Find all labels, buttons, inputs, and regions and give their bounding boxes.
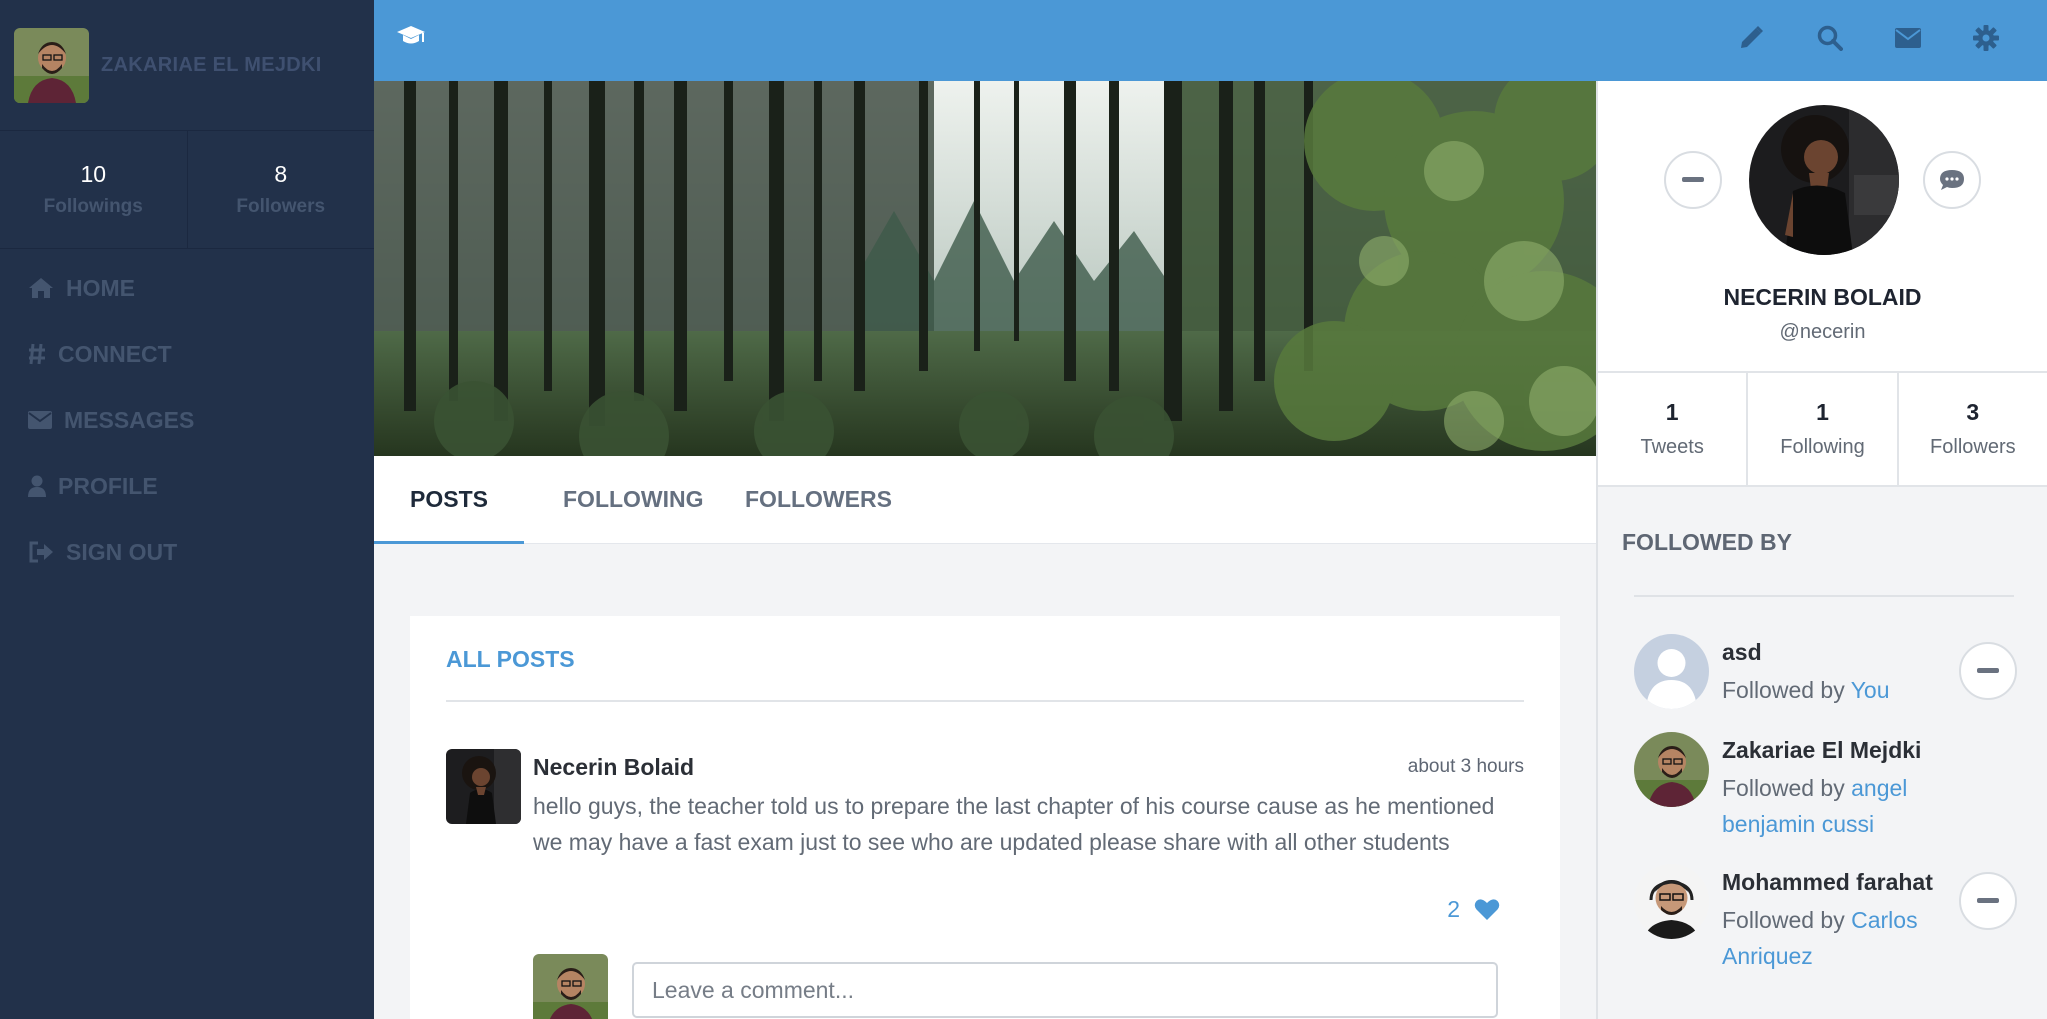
followed-by-prefix: Followed by — [1722, 775, 1852, 801]
minus-icon — [1682, 177, 1704, 182]
sidebar-nav: HOME CONNECT MESSAGES PROFILE SIGN OUT — [0, 249, 374, 585]
post-author-avatar[interactable] — [446, 749, 521, 824]
tab-following[interactable]: FOLLOWING — [527, 456, 740, 544]
stat-value: 1 — [1665, 399, 1679, 425]
sidebar-stat-followers[interactable]: 8 Followers — [188, 131, 375, 248]
profile-avatar — [1749, 105, 1899, 255]
posts-card: ALL POSTS Necerin Bolaid about 3 hours h… — [410, 616, 1560, 1019]
minus-icon — [1977, 898, 1999, 903]
posts-title: ALL POSTS — [446, 646, 575, 672]
sidebar-stats: 10 Followings 8 Followers — [0, 131, 374, 249]
unfollow-button[interactable] — [1959, 642, 2017, 700]
sidebar: ZAKARIAE EL MEJDKI 10 Followings 8 Follo… — [0, 0, 374, 1019]
top-bar — [374, 0, 2047, 81]
like-button[interactable]: 2 — [1447, 896, 1500, 923]
search-icon[interactable] — [1817, 25, 1843, 51]
divider — [1634, 595, 2014, 597]
sidebar-user[interactable]: ZAKARIAE EL MEJDKI — [0, 0, 374, 131]
nav-item-messages[interactable]: MESSAGES — [0, 387, 374, 453]
envelope-icon — [28, 411, 52, 429]
sign-out-icon — [29, 541, 53, 563]
message-button[interactable] — [1923, 151, 1981, 209]
stat-value: 10 — [80, 161, 107, 187]
graduation-cap-icon[interactable] — [396, 24, 426, 48]
sidebar-stat-followings[interactable]: 10 Followings — [0, 131, 188, 248]
follower-followed-by: Followed by angel benjamin cussi — [1722, 770, 1952, 842]
stat-value: 3 — [1966, 399, 1980, 425]
nav-item-sign-out[interactable]: SIGN OUT — [0, 519, 374, 585]
profile-stats: 1 Tweets 1 Following 3 Followers — [1598, 373, 2047, 487]
profile-name: NECERIN BOLAID — [1723, 284, 1922, 310]
profile-panel: NECERIN BOLAID @necerin 1 Tweets 1 Follo… — [1596, 81, 2047, 1019]
followed-by-link[interactable]: You — [1851, 677, 1890, 703]
gear-icon[interactable] — [1973, 25, 1999, 51]
post-author-name[interactable]: Necerin Bolaid — [533, 754, 694, 781]
follower-name[interactable]: Zakariae El Mejdki — [1722, 737, 1921, 764]
stat-label: Following — [1780, 436, 1865, 458]
tab-posts[interactable]: POSTS — [374, 456, 524, 544]
like-count: 2 — [1447, 896, 1460, 922]
comment-input[interactable] — [632, 962, 1498, 1018]
stat-label: Followers — [236, 196, 326, 217]
nav-item-label: MESSAGES — [64, 406, 195, 433]
follower-name[interactable]: Mohammed farahat — [1722, 869, 1933, 896]
unfollow-button[interactable] — [1664, 151, 1722, 209]
heart-icon — [1474, 899, 1500, 920]
user-avatar[interactable] — [14, 27, 89, 103]
nav-item-label: SIGN OUT — [66, 538, 178, 565]
follower-avatar[interactable] — [1634, 634, 1709, 709]
stat-value: 1 — [1816, 399, 1829, 425]
post-body: hello guys, the teacher told us to prepa… — [533, 793, 1495, 855]
profile-handle: @necerin — [1779, 321, 1866, 343]
nav-item-label: CONNECT — [58, 340, 172, 367]
stat-label: Tweets — [1640, 436, 1704, 458]
chat-bubble-icon — [1940, 170, 1964, 190]
follower-name[interactable]: asd — [1722, 639, 1762, 666]
divider — [446, 700, 1524, 702]
minus-icon — [1977, 668, 1999, 673]
profile-header: NECERIN BOLAID @necerin — [1598, 81, 2047, 373]
followed-by-prefix: Followed by — [1722, 907, 1852, 933]
tab-followers[interactable]: FOLLOWERS — [709, 456, 928, 544]
followed-by-title: FOLLOWED BY — [1622, 529, 1792, 555]
profile-tabs: POSTS FOLLOWING FOLLOWERS — [374, 456, 1596, 544]
follower-followed-by: Followed by You — [1722, 672, 1952, 708]
sidebar-user-name[interactable]: ZAKARIAE EL MEJDKI — [101, 54, 322, 77]
envelope-icon[interactable] — [1895, 28, 1921, 48]
comment-user-avatar — [533, 954, 608, 1019]
cover-image — [374, 81, 1596, 456]
stat-value: 8 — [274, 161, 288, 187]
hashtag-icon — [29, 343, 45, 365]
profile-stat-tweets[interactable]: 1 Tweets — [1598, 373, 1749, 485]
profile-stat-following[interactable]: 1 Following — [1748, 373, 1899, 485]
stat-label: Followings — [43, 196, 143, 217]
nav-item-profile[interactable]: PROFILE — [0, 453, 374, 519]
nav-item-label: PROFILE — [58, 472, 158, 499]
followed-by-prefix: Followed by — [1722, 677, 1851, 703]
unfollow-button[interactable] — [1959, 872, 2017, 930]
follower-followed-by: Followed by Carlos Anriquez — [1722, 902, 1952, 974]
post-timestamp: about 3 hours — [1407, 756, 1524, 777]
follower-avatar[interactable] — [1634, 732, 1709, 807]
follower-avatar[interactable] — [1634, 864, 1709, 939]
nav-item-label: HOME — [66, 274, 135, 301]
nav-item-home[interactable]: HOME — [0, 255, 374, 321]
nav-item-connect[interactable]: CONNECT — [0, 321, 374, 387]
profile-stat-followers[interactable]: 3 Followers — [1899, 373, 2047, 485]
home-icon — [29, 278, 53, 298]
user-icon — [28, 475, 46, 497]
stat-label: Followers — [1930, 436, 2016, 458]
pencil-icon[interactable] — [1738, 25, 1764, 51]
